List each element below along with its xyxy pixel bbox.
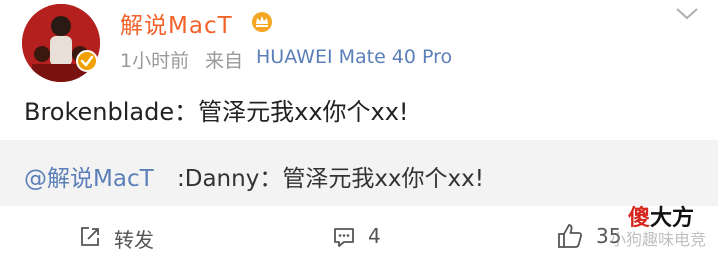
repost-label: 转发 bbox=[114, 228, 154, 252]
mention-link[interactable]: @解说MacT bbox=[24, 159, 154, 193]
comment-icon bbox=[334, 228, 354, 247]
crown-badge-icon bbox=[252, 12, 272, 32]
reposted-content[interactable]: @解说MacT :Danny：管泽元我xx你个xx! bbox=[0, 140, 718, 206]
reposted-text: :Danny：管泽元我xx你个xx! bbox=[177, 166, 484, 192]
verified-badge-icon bbox=[76, 50, 98, 72]
watermark-subtitle: 小狗趣味电竞 bbox=[610, 230, 707, 249]
comment-count: 4 bbox=[368, 224, 381, 248]
share-icon bbox=[81, 227, 99, 246]
user-name[interactable]: 解说MacT bbox=[120, 6, 233, 40]
post-time: 1小时前 bbox=[120, 50, 190, 72]
chevron-down-icon[interactable] bbox=[674, 6, 700, 22]
post-text: Brokenblade：管泽元我xx你个xx! bbox=[24, 98, 409, 126]
device-link[interactable]: HUAWEI Mate 40 Pro bbox=[256, 46, 452, 68]
thumbs-up-icon bbox=[558, 224, 583, 248]
source-prefix: 来自 bbox=[205, 50, 244, 72]
